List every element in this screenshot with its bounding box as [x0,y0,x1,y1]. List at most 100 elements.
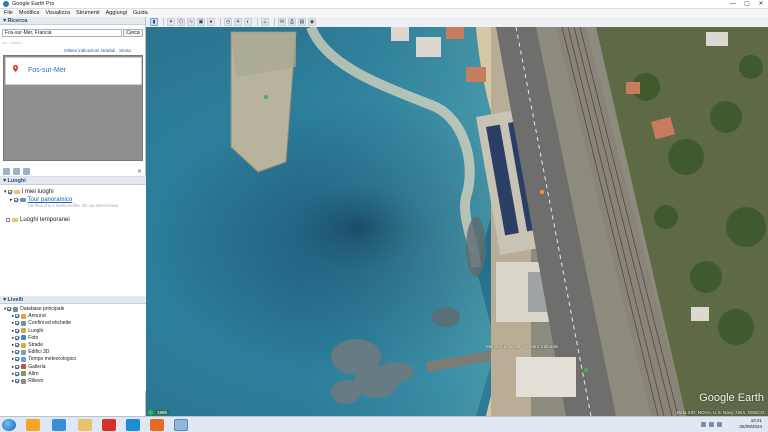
clock-date: 06/09/2024 [739,424,762,429]
history-link[interactable]: Storia [119,48,131,53]
layer-row[interactable]: ▸ Rilievo [12,378,43,384]
map-poi-label[interactable]: Mercure Lavoisier - Centro Culturale [486,344,559,349]
layer-label: Foto [28,334,39,341]
layer-row[interactable]: ▸ Foto [12,335,38,341]
expand-icon[interactable]: ▸ [10,197,13,203]
polygon-icon[interactable]: ⬠ [177,18,185,26]
layers-panel-header[interactable]: ▼ Livelli [0,296,146,304]
folder-icon[interactable] [3,168,10,175]
layer-icon [21,320,27,326]
tree-row-temporary-places[interactable]: Luoghi temporanei [6,217,70,223]
checkbox[interactable] [15,314,20,319]
google-maps-icon[interactable]: ◉ [308,18,316,26]
checkbox[interactable] [7,190,12,194]
menu-add[interactable]: Aggiungi [106,10,127,16]
imagery-year: 1985 [155,410,170,415]
layer-row[interactable]: ▸ Galleria [12,364,46,370]
expand-icon[interactable]: ▸ [12,320,14,326]
search-input[interactable]: Fos-sur-Mer, Francia [2,29,122,37]
menu-help[interactable]: Guida [133,10,148,16]
checkbox[interactable] [7,307,12,311]
image-overlay-icon[interactable]: ▣ [197,18,205,26]
layer-row[interactable]: ▸ Tempo meteorologico [12,356,76,362]
close-icon[interactable]: ✕ [137,168,142,175]
tree-label: I miei luoghi [21,189,54,195]
expand-icon[interactable]: ▾ [4,189,7,195]
layer-icon [21,364,27,370]
layer-row[interactable]: ▾ Database principale [4,306,64,312]
sidebar-toggle-icon[interactable]: ▮ [150,18,158,26]
minimize-button[interactable]: — [726,0,740,9]
language-icon[interactable] [717,422,722,427]
network-icon[interactable] [701,422,706,427]
planets-icon[interactable]: ◐ [244,18,252,26]
checkbox[interactable] [6,218,10,222]
ruler-icon[interactable]: ⟂ [261,18,269,26]
firefox-icon[interactable] [150,419,164,431]
google-earth-task-icon[interactable] [174,419,188,431]
menu-view[interactable]: Visualizza [45,10,70,16]
checkbox[interactable] [15,350,20,355]
edge-icon[interactable] [126,419,140,431]
chrome-icon[interactable] [102,419,116,431]
print-icon[interactable] [23,168,30,175]
historical-imagery-status[interactable]: 1985 [148,410,170,415]
expand-icon[interactable]: ▸ [12,356,14,362]
layer-label: Luoghi [28,327,44,334]
record-tour-icon[interactable]: ● [207,18,215,26]
email-icon[interactable]: ✉ [278,18,286,26]
checkbox[interactable] [15,328,20,333]
path-icon[interactable]: ∿ [187,18,195,26]
maximize-button[interactable]: ▢ [740,0,754,9]
checkbox[interactable] [13,198,18,202]
print-icon[interactable]: ⎙ [288,18,296,26]
checkbox[interactable] [15,371,20,376]
internet-explorer-icon[interactable] [52,419,66,431]
layer-row[interactable]: ▸ Strade [12,342,43,348]
historical-imagery-icon[interactable]: ◷ [224,18,232,26]
start-button[interactable] [2,419,16,431]
layer-icon [13,306,19,312]
checkbox[interactable] [15,357,20,362]
layer-row[interactable]: ▸ Edifici 3D [12,349,49,355]
close-button[interactable]: ✕ [754,0,768,9]
system-tray [701,422,722,427]
toolbar-separator [257,18,258,26]
layer-row[interactable]: ▸ Annunci [12,313,46,319]
layer-label: Database principale [20,306,65,312]
directions-link[interactable]: Ottieni indicazioni stradali [64,48,115,53]
search-result-item[interactable]: Fos-sur-Mer [5,57,142,85]
search-button[interactable]: Cerca [123,29,143,37]
layer-icon [21,356,27,362]
menu-tools[interactable]: Strumenti [76,10,100,16]
menu-file[interactable]: File [4,10,13,16]
toolbar-separator [274,18,275,26]
checkbox[interactable] [15,321,20,326]
layer-icon [21,313,27,319]
layer-row[interactable]: ▸ Altro [12,371,39,377]
checkbox[interactable] [15,343,20,347]
checkbox[interactable] [15,335,20,340]
checkbox[interactable] [15,364,20,369]
map-view[interactable]: Mercure Lavoisier - Centro Culturale Goo… [146,27,768,416]
search-panel-header[interactable]: ▼ Ricerca [0,17,145,25]
layers-tree: ▾ Database principale ▸ Annunci ▸ Confini ed … [0,306,146,396]
tree-row-my-places[interactable]: ▾ I miei luoghi [4,189,54,195]
places-panel-header[interactable]: ▼ Luoghi [0,177,146,185]
layer-row[interactable]: ▸ Luoghi [12,328,43,334]
file-explorer-icon[interactable] [78,419,92,431]
volume-icon[interactable] [709,422,714,427]
refresh-icon[interactable] [13,168,20,175]
save-image-icon[interactable]: ▤ [298,18,306,26]
menu-edit[interactable]: Modifica [19,10,39,16]
google-earth-watermark: Google Earth [699,392,764,404]
placemark-icon[interactable]: ✦ [167,18,175,26]
layer-row[interactable]: ▸ Confini ed etichette [12,320,71,326]
clock[interactable]: 10:21 06/09/2024 [739,418,762,430]
layer-label: Altro [28,370,39,377]
sunlight-icon[interactable]: ☀ [234,18,242,26]
checkbox[interactable] [15,379,20,383]
satellite-imagery[interactable] [146,27,768,416]
folder-icon [12,218,18,222]
media-player-icon[interactable] [26,419,40,431]
